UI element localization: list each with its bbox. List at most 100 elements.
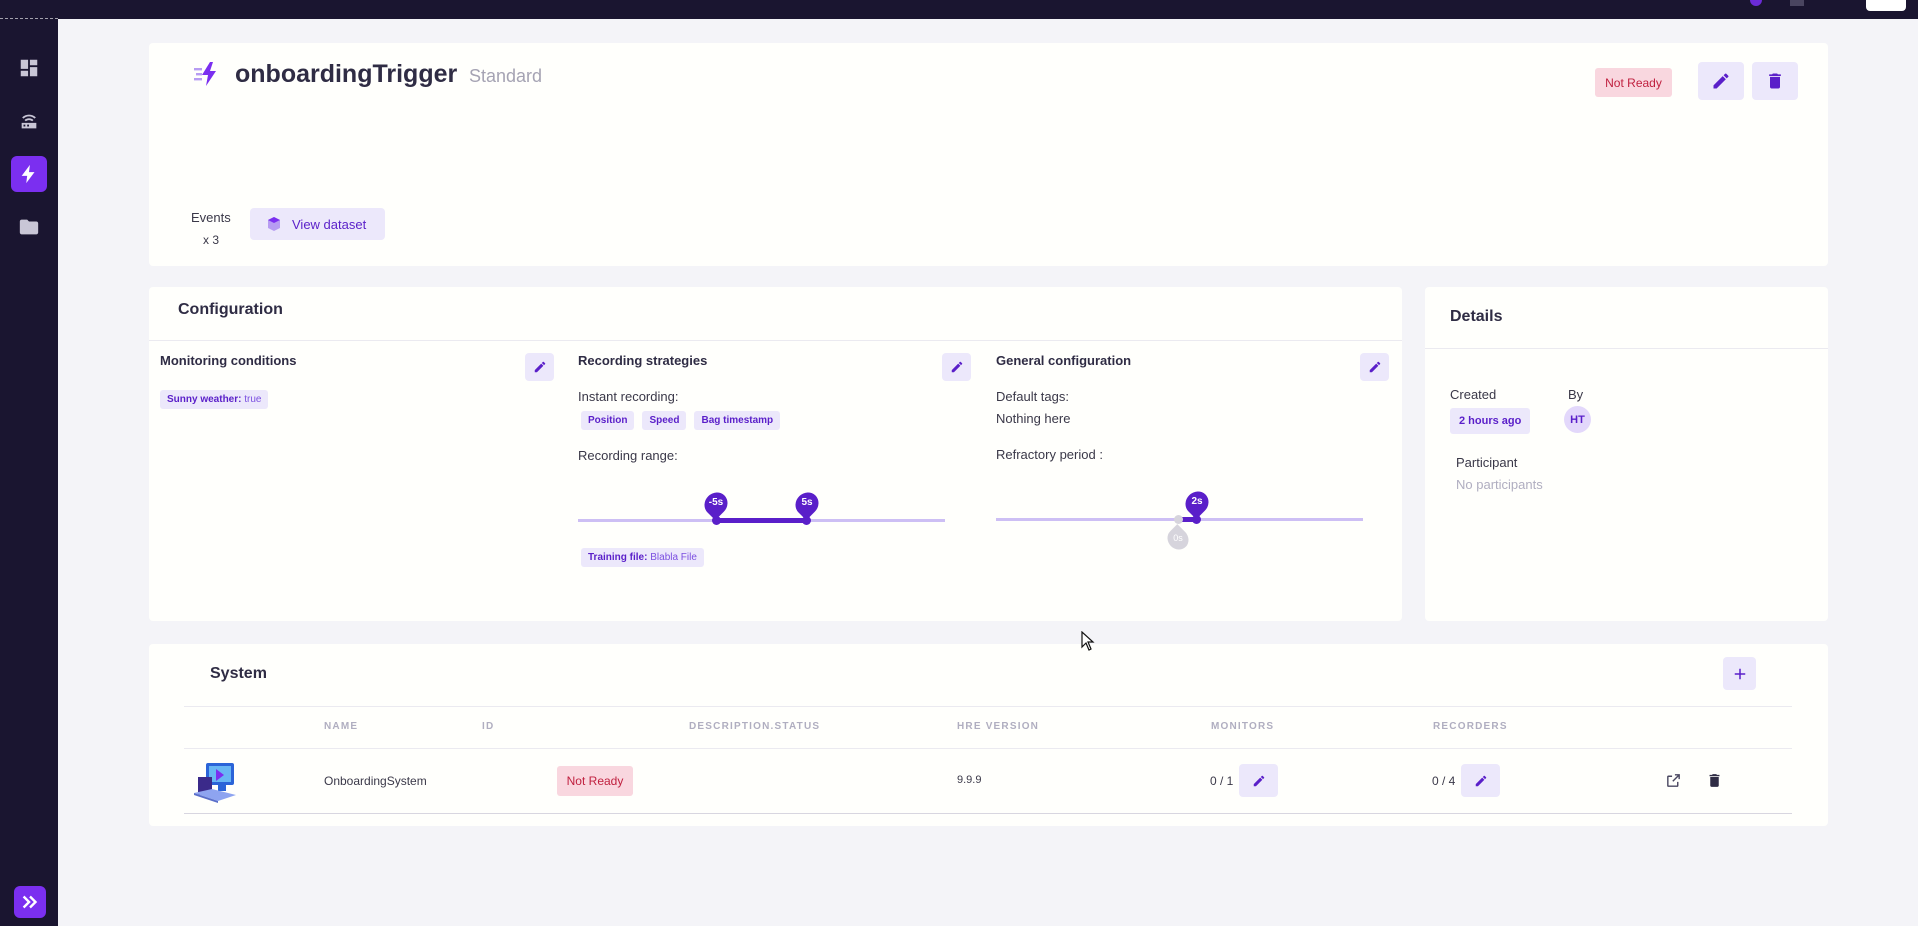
details-title: Details [1450, 308, 1503, 325]
edit-general-button[interactable] [1360, 353, 1389, 381]
view-dataset-label: View dataset [292, 216, 367, 232]
training-file-tag: Training file: Blabla File [581, 548, 704, 567]
expand-icon [22, 895, 38, 909]
pencil-icon [951, 361, 962, 373]
system-thumbnail [192, 759, 238, 803]
default-tags-value: Nothing here [996, 411, 1071, 426]
mouse-cursor [1081, 630, 1095, 651]
slider-max-label: 5s [801, 497, 813, 508]
edit-trigger-button[interactable] [1698, 62, 1744, 100]
slider-value-label: 2s [1191, 496, 1203, 507]
created-value: 2 hours ago [1450, 408, 1531, 434]
top-bar [0, 0, 1918, 19]
column-header-name: NAME [324, 721, 359, 732]
training-file-key: Training file: [588, 552, 648, 563]
edit-recorders-button[interactable] [1461, 764, 1500, 797]
notification-icon[interactable] [1750, 0, 1762, 6]
edit-recording-button[interactable] [942, 353, 971, 381]
configuration-card: Configuration Monitoring conditions Sunn… [149, 287, 1402, 621]
profile-icon[interactable] [1790, 0, 1804, 6]
column-header-hre-version: HRE VERSION [957, 721, 1040, 732]
trigger-status-badge: Not Ready [1595, 68, 1672, 97]
delete-trigger-button[interactable] [1752, 62, 1798, 100]
instant-tag: Bag timestamp [694, 411, 781, 430]
router-icon [21, 114, 37, 129]
general-title: General configuration [996, 353, 1132, 368]
monitoring-condition-key: Sunny weather: [167, 394, 242, 405]
participant-label: Participant [1456, 455, 1518, 470]
training-file-value: Blabla File [650, 552, 697, 563]
external-link-icon [1667, 774, 1680, 787]
bolt-icon [21, 164, 35, 184]
cube-icon [268, 217, 280, 231]
recording-range-slider[interactable]: -5s 5s [578, 487, 945, 533]
instant-recording-label: Instant recording: [578, 389, 679, 404]
trigger-type: Standard [469, 66, 543, 86]
column-header-id: ID [482, 721, 495, 732]
pencil-icon [534, 361, 545, 373]
trash-icon [1709, 774, 1720, 787]
instant-tag: Speed [642, 411, 687, 430]
open-external-button[interactable] [1665, 772, 1682, 789]
top-bar-button[interactable] [1866, 0, 1906, 11]
add-system-button[interactable] [1723, 657, 1756, 690]
table-row[interactable]: OnboardingSystem Not Ready 9.9.9 0 / 1 0… [184, 749, 1792, 813]
system-recorders: 0 / 4 [1432, 774, 1456, 788]
plus-icon [1734, 668, 1745, 679]
recording-range-label: Recording range: [578, 448, 678, 463]
sidebar-item-triggers[interactable] [11, 156, 47, 192]
folder-icon [19, 219, 39, 235]
instant-tag: Position [581, 411, 635, 430]
refractory-slider[interactable]: 2s 0s [996, 486, 1363, 554]
sidebar [0, 19, 58, 926]
details-card: Details Created 2 hours ago By HT Partic… [1425, 287, 1828, 621]
delete-system-button[interactable] [1706, 772, 1723, 789]
slider-zero-label: 0s [1173, 533, 1183, 543]
pencil-icon [1475, 775, 1486, 786]
by-label: By [1568, 387, 1584, 402]
pencil-icon [1713, 73, 1729, 89]
recording-title: Recording strategies [578, 353, 708, 368]
trigger-header-card: onboardingTrigger Standard Not Ready Eve… [149, 43, 1828, 266]
sidebar-item-dashboard[interactable] [11, 50, 47, 86]
instant-recording-tags: Position Speed Bag timestamp [581, 411, 781, 430]
system-status-badge: Not Ready [557, 766, 633, 796]
events-label: Events [191, 210, 231, 225]
table-top-divider [184, 706, 1792, 707]
default-tags-label: Default tags: [996, 389, 1069, 404]
column-header-recorders: RECORDERS [1433, 721, 1508, 732]
edit-monitors-button[interactable] [1239, 764, 1278, 797]
pencil-icon [1369, 361, 1380, 373]
slider-min-label: -5s [708, 497, 724, 508]
created-label: Created [1450, 387, 1497, 402]
pencil-icon [1253, 775, 1264, 786]
column-header-status: DESCRIPTION.STATUS [689, 721, 821, 732]
sidebar-item-devices[interactable] [11, 103, 47, 139]
view-dataset-button[interactable]: View dataset [250, 208, 385, 240]
slider-track [716, 518, 807, 523]
system-card: System NAME ID DESCRIPTION.STATUS HRE VE… [149, 644, 1828, 826]
column-header-monitors: MONITORS [1211, 721, 1275, 732]
dashboard-icon [20, 59, 38, 77]
edit-monitoring-button[interactable] [525, 353, 554, 381]
trash-icon [1769, 73, 1781, 89]
monitoring-condition-value: true [244, 394, 262, 405]
events-count: x 3 [203, 233, 220, 247]
sidebar-item-files[interactable] [11, 209, 47, 245]
refractory-label: Refractory period : [996, 447, 1103, 462]
table-bottom-divider [184, 813, 1792, 814]
slider-thumb-zero [1174, 515, 1183, 524]
trigger-icon [194, 61, 220, 87]
system-hre-version: 9.9.9 [957, 774, 982, 786]
system-name: OnboardingSystem [324, 774, 427, 788]
details-divider [1425, 348, 1828, 349]
monitoring-condition-tag: Sunny weather: true [160, 390, 269, 409]
monitoring-title: Monitoring conditions [160, 353, 297, 368]
configuration-title: Configuration [178, 301, 283, 318]
system-title: System [210, 665, 267, 682]
avatar[interactable]: HT [1564, 406, 1591, 433]
expand-sidebar-button[interactable] [14, 886, 46, 918]
participant-value: No participants [1456, 477, 1543, 492]
system-monitors: 0 / 1 [1210, 774, 1234, 788]
configuration-divider [149, 340, 1402, 341]
